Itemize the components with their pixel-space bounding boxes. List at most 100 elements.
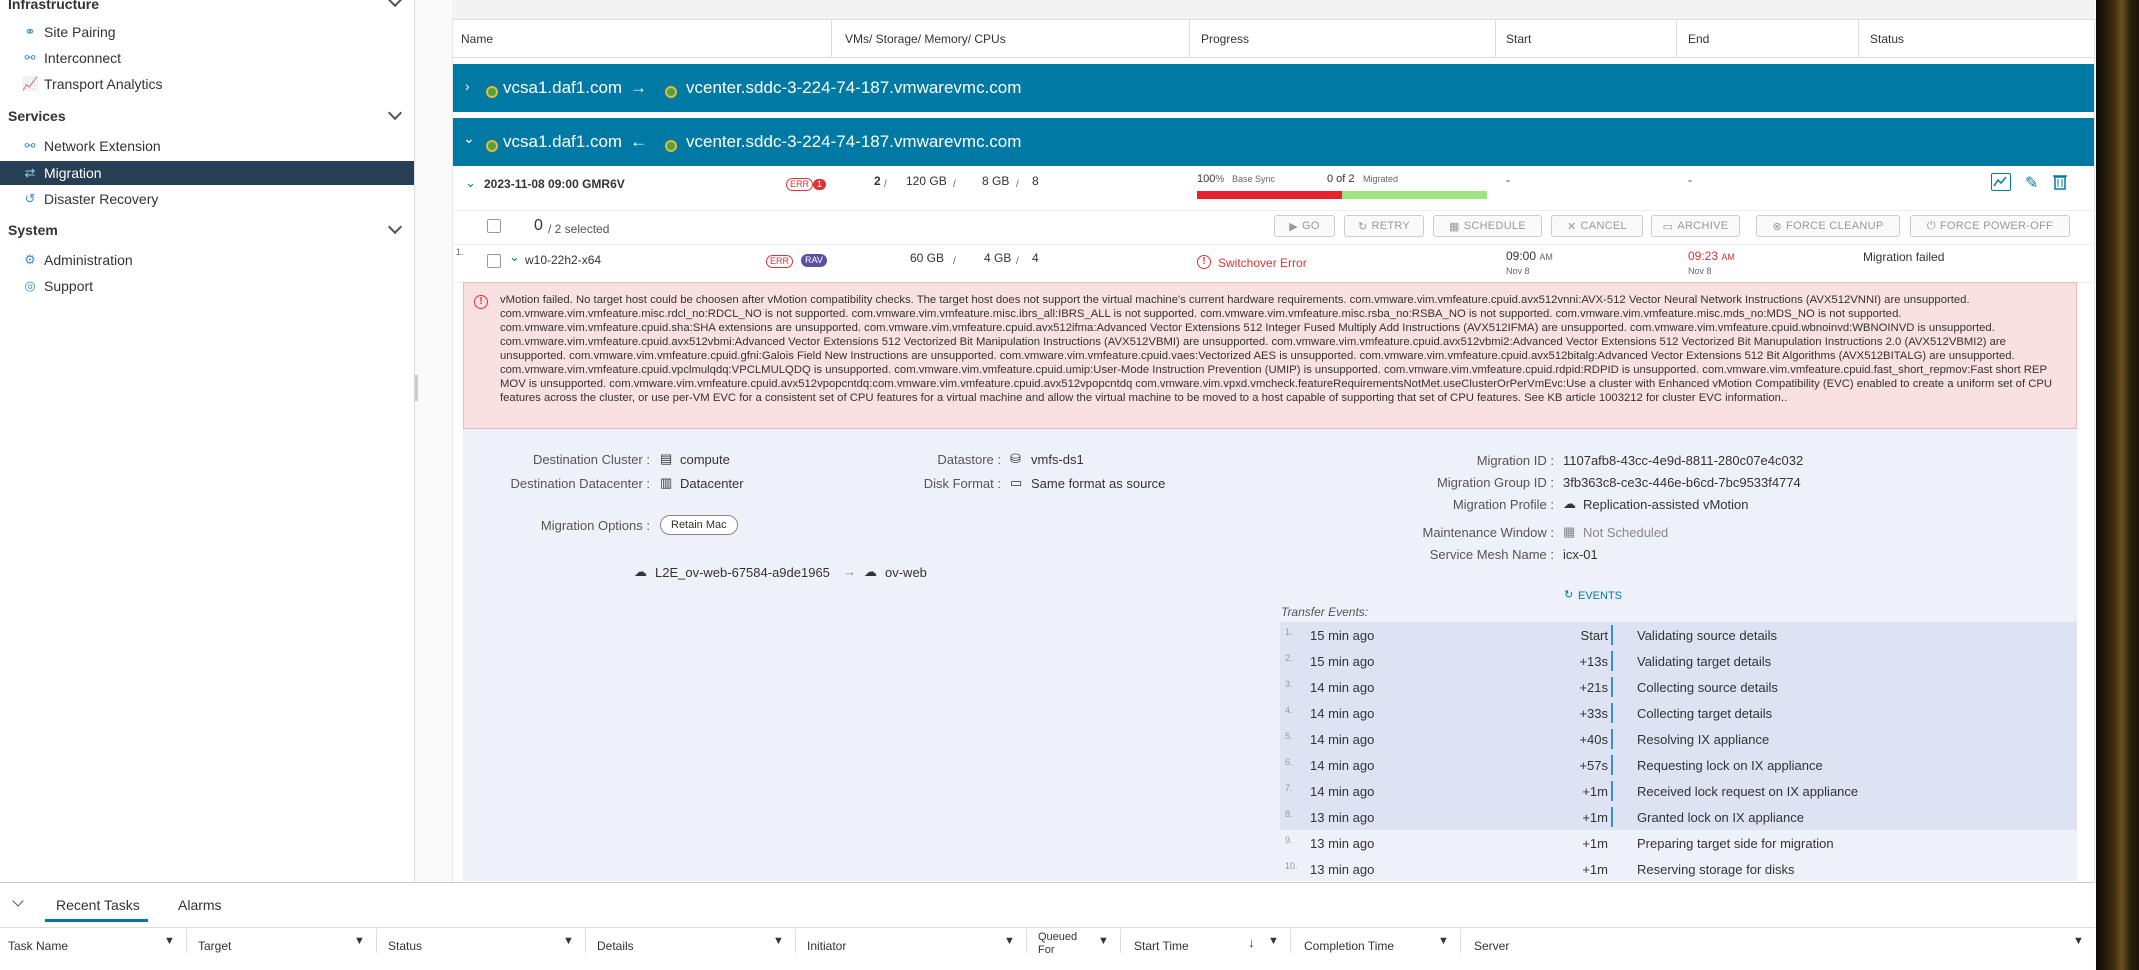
sidebar-item-interconnect[interactable]: ⚯ Interconnect (0, 46, 414, 70)
schedule-button[interactable]: ▦ SCHEDULE (1433, 215, 1542, 237)
filter-icon[interactable]: ▼ (1004, 935, 1015, 947)
event-separator (1611, 625, 1613, 645)
group-start: - (1506, 173, 1510, 187)
retry-button[interactable]: ↻ RETRY (1344, 215, 1424, 237)
vm-end-time: 09:23 AM (1688, 249, 1735, 263)
column-header-start[interactable]: Start (1506, 32, 1531, 46)
vm-memory: 4 GB (984, 251, 1012, 265)
vm-end-date: Nov 8 (1688, 266, 1712, 276)
column-initiator[interactable]: Initiator (807, 939, 846, 953)
table-header: Name VMs/ Storage/ Memory/ CPUs Progress… (453, 20, 2094, 58)
datastore-icon: ⛁ (1010, 451, 1021, 466)
migration-group-row[interactable]: ⌄ 2023-11-08 09:00 GMR6V ERR 1 2 / 120 GB… (453, 167, 2094, 211)
edit-icon[interactable]: ✎ (2025, 173, 2038, 193)
datastore-value: vmfs-ds1 (1031, 452, 1084, 467)
vm-row[interactable]: 1. ⌄ w10-22h2-x64 ERR RAV 60 GB / 4 GB /… (453, 245, 2094, 283)
event-time-ago: 13 min ago (1310, 836, 1375, 851)
tab-alarms[interactable]: Alarms (178, 897, 222, 913)
event-time-ago: 14 min ago (1310, 784, 1375, 799)
event-time-ago: 15 min ago (1310, 654, 1375, 669)
column-header-progress[interactable]: Progress (1201, 32, 1249, 46)
selected-text: / 2 selected (548, 222, 610, 236)
sidebar-item-transport-analytics[interactable]: 📈 Transport Analytics (0, 72, 414, 96)
event-text: Preparing target side for migration (1637, 836, 1834, 851)
tab-recent-tasks[interactable]: Recent Tasks (56, 897, 140, 913)
force-cleanup-button[interactable]: ⊗ FORCE CLEANUP (1756, 215, 1900, 237)
refresh-icon[interactable]: ↻ (1564, 588, 1573, 601)
sidebar-item-label: Support (44, 278, 94, 294)
event-text: Resolving IX appliance (1637, 732, 1770, 747)
event-delta: +1m (1582, 784, 1608, 799)
column-status[interactable]: Status (388, 939, 422, 953)
status-dot-icon (665, 81, 677, 101)
filter-icon[interactable]: ▼ (1098, 935, 1109, 947)
filter-icon[interactable]: ▼ (1438, 935, 1449, 947)
chevron-down-icon[interactable]: ⌄ (463, 130, 475, 147)
arrow-right-icon: → (843, 564, 856, 579)
panel-splitter[interactable] (415, 375, 418, 401)
column-task-name[interactable]: Task Name (8, 939, 68, 953)
event-text: Reserving storage for disks (1637, 862, 1795, 877)
go-button[interactable]: ▶ GO (1274, 215, 1335, 237)
column-divider (1460, 929, 1461, 953)
force-poweroff-button[interactable]: ⏻ FORCE POWER-OFF (1910, 215, 2070, 237)
chevron-down-icon[interactable] (387, 219, 403, 235)
archive-button[interactable]: ▭ ARCHIVE (1651, 215, 1740, 237)
sidebar-item-network-extension[interactable]: ⚯ Network Extension (0, 134, 414, 158)
filter-icon[interactable]: ▼ (773, 935, 784, 947)
chevron-down-icon[interactable]: ⌄ (465, 175, 476, 191)
maintenance-window-label: Maintenance Window : (1422, 525, 1554, 540)
section-services-title[interactable]: Services (8, 108, 66, 124)
chevron-down-icon[interactable] (387, 0, 403, 8)
destination-cluster-value: compute (680, 452, 730, 467)
event-text: Validating source details (1637, 628, 1777, 643)
filter-icon[interactable]: ▼ (2073, 935, 2084, 947)
column-header-name[interactable]: Name (461, 32, 493, 46)
progress-bar-sync (1197, 191, 1342, 199)
filter-icon[interactable]: ▼ (563, 935, 574, 947)
sidebar-item-disaster-recovery[interactable]: ↺ Disaster Recovery (0, 187, 414, 211)
cancel-button[interactable]: ✕ CANCEL (1551, 215, 1643, 237)
event-separator (1611, 755, 1613, 775)
event-delta: +40s (1579, 732, 1608, 747)
site-pair-row[interactable]: ⌄ vcsa1.daf1.com ← vcenter.sddc-3-224-74… (453, 118, 2094, 166)
bottom-panel: Recent Tasks Alarms Task Name ▼ Target ▼… (0, 882, 2095, 970)
sidebar-item-administration[interactable]: ⚙ Administration (0, 248, 414, 272)
sort-down-icon[interactable]: ↓ (1248, 935, 1255, 950)
event-time-ago: 14 min ago (1310, 732, 1375, 747)
delete-icon[interactable] (2053, 173, 2067, 193)
vm-name[interactable]: w10-22h2-x64 (525, 253, 601, 267)
chevron-down-icon[interactable] (387, 105, 403, 121)
column-header-status[interactable]: Status (1870, 32, 1904, 46)
column-completion-time[interactable]: Completion Time (1304, 939, 1394, 953)
sidebar-item-site-pairing[interactable]: ⚭ Site Pairing (0, 20, 414, 44)
column-header-end[interactable]: End (1688, 32, 1709, 46)
column-queued-for[interactable]: Queued For (1038, 931, 1088, 957)
sidebar-item-support[interactable]: ◎ Support (0, 274, 414, 298)
retry-icon: ↻ (1357, 220, 1368, 233)
desktop-background (2096, 0, 2139, 970)
section-system-title[interactable]: System (8, 222, 58, 238)
chevron-down-icon[interactable]: ⌄ (509, 249, 520, 265)
vm-error-label[interactable]: Switchover Error (1218, 256, 1307, 270)
filter-icon[interactable]: ▼ (354, 935, 365, 947)
filter-icon[interactable]: ▼ (164, 935, 175, 947)
error-message-box: ! vMotion failed. No target host could b… (463, 282, 2077, 429)
select-all-checkbox[interactable] (487, 219, 501, 233)
sidebar-item-migration[interactable]: ⇄ Migration (0, 161, 414, 185)
events-link[interactable]: EVENTS (1578, 590, 1622, 602)
column-start-time[interactable]: Start Time (1134, 939, 1189, 953)
filter-icon[interactable]: ▼ (1268, 935, 1279, 947)
section-infrastructure-title[interactable]: Infrastructure (8, 0, 99, 12)
group-name[interactable]: 2023-11-08 09:00 GMR6V (484, 177, 625, 191)
column-divider (1120, 929, 1121, 953)
chevron-right-icon[interactable]: › (465, 78, 470, 94)
column-server[interactable]: Server (1474, 939, 1509, 953)
column-details[interactable]: Details (597, 939, 634, 953)
chevron-down-icon[interactable] (12, 895, 24, 907)
column-target[interactable]: Target (198, 939, 231, 953)
column-header-resources[interactable]: VMs/ Storage/ Memory/ CPUs (845, 32, 1006, 46)
vm-checkbox[interactable] (487, 254, 501, 268)
chart-icon[interactable] (1991, 173, 2011, 191)
site-pair-row[interactable]: › vcsa1.daf1.com → vcenter.sddc-3-224-74… (453, 64, 2094, 112)
